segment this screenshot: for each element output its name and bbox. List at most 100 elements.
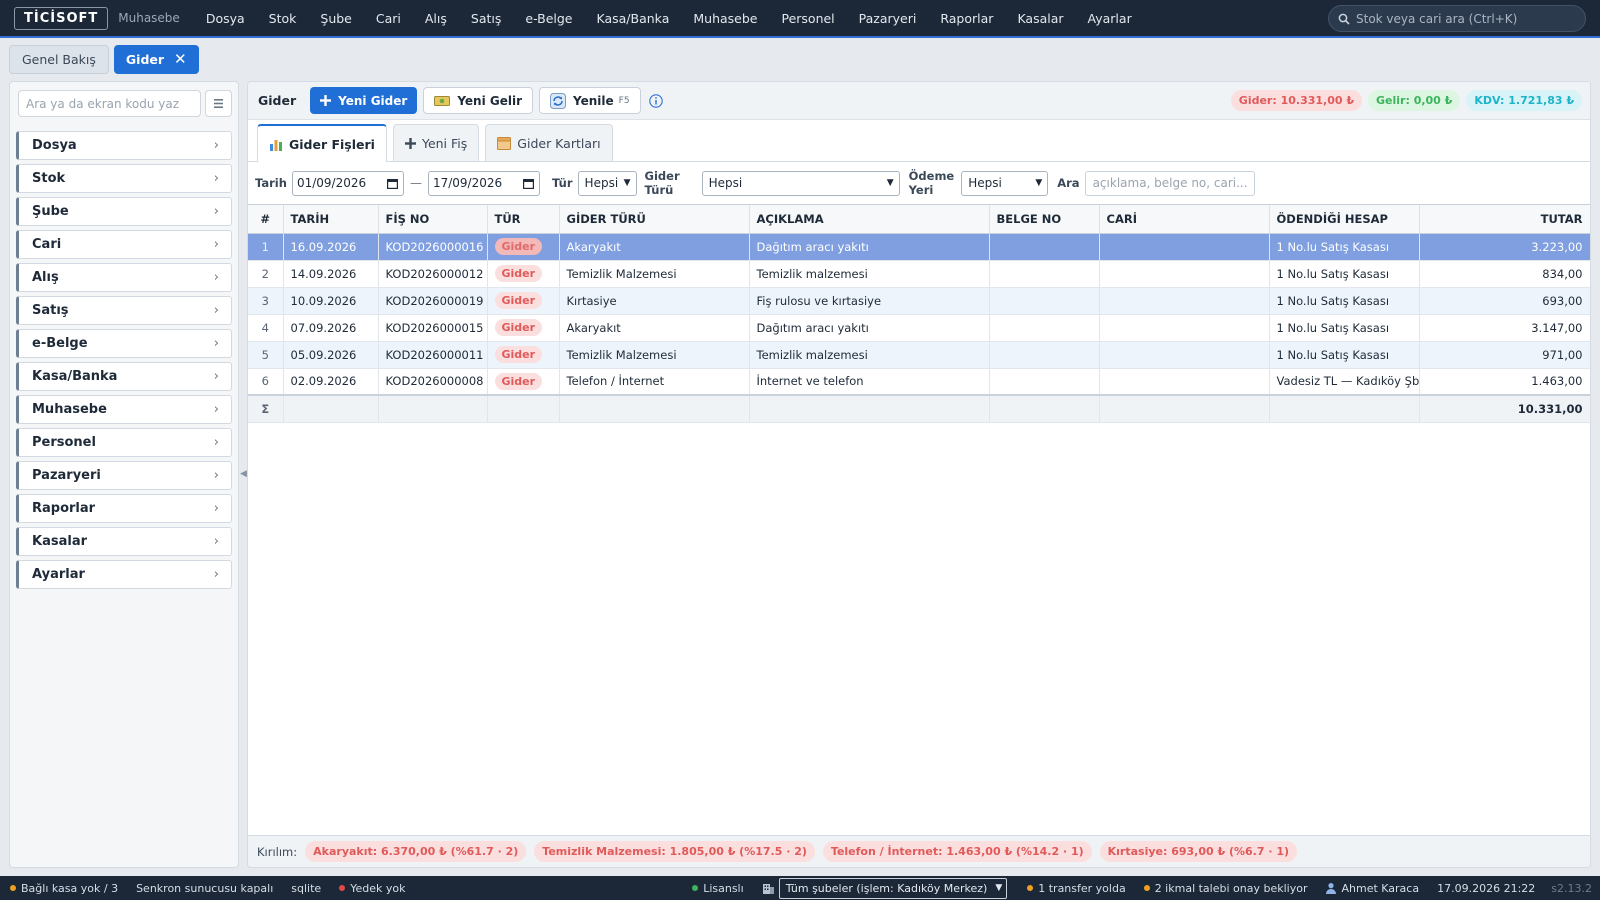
column-header[interactable]: FİŞ NO: [378, 205, 488, 234]
column-header[interactable]: BELGE NO: [989, 205, 1100, 234]
sidebar: Dosya › Stok › Şube › Cari › Alış › Satış › e-…: [9, 81, 239, 868]
tab-yeni-fis[interactable]: Yeni Fiş: [392, 124, 480, 161]
backup-status[interactable]: Yedek yok: [339, 882, 405, 895]
menu-ayarlar[interactable]: Ayarlar: [1076, 11, 1144, 26]
transfer-status[interactable]: 1 transfer yolda: [1027, 881, 1126, 895]
branch-select[interactable]: Tüm şubeler (işlem: Kadıköy Merkez) ▼: [778, 877, 1008, 899]
menu-pazaryeri[interactable]: Pazaryeri: [847, 11, 929, 26]
menu-stok[interactable]: Stok: [257, 11, 309, 26]
menu-sube[interactable]: Şube: [308, 11, 363, 26]
status-dot-icon: [692, 885, 699, 891]
sidebar-item-dosya[interactable]: Dosya ›: [16, 131, 232, 160]
calendar-icon[interactable]: [522, 178, 534, 189]
menu-kasa-banka[interactable]: Kasa/Banka: [585, 11, 682, 26]
breakdown-pill[interactable]: Akaryakıt: 6.370,00 ₺ (%61.7 · 2): [305, 841, 527, 862]
sidebar-item-label: Pazaryeri: [32, 468, 101, 483]
menu-alis[interactable]: Alış: [413, 11, 459, 26]
column-header[interactable]: #: [248, 205, 284, 234]
sidebar-item-satis[interactable]: Satış ›: [16, 296, 232, 325]
close-icon[interactable]: ✕: [174, 50, 187, 68]
cell-document-no: [989, 341, 1100, 369]
table-row[interactable]: 5 05.09.2026 KOD2026000011 Gider Temizli…: [248, 341, 1590, 369]
sidebar-item-ebelge[interactable]: e-Belge ›: [16, 329, 232, 358]
sidebar-item-kasa-banka[interactable]: Kasa/Banka ›: [16, 362, 232, 391]
column-header[interactable]: CARİ: [1099, 205, 1270, 234]
date-to-input[interactable]: 17/09/2026: [427, 170, 540, 196]
collapse-sidebar-icon[interactable]: ◀: [240, 469, 247, 479]
cash-status[interactable]: Bağlı kasa yok / 3: [10, 882, 118, 895]
sidebar-item-sube[interactable]: Şube ›: [16, 197, 232, 226]
new-expense-button[interactable]: Yeni Gider: [310, 87, 418, 114]
app-logo[interactable]: TİCİSOFT: [14, 6, 109, 30]
plus-icon: [320, 95, 332, 106]
menu-cari[interactable]: Cari: [364, 11, 413, 26]
user-status[interactable]: Ahmet Karaca: [1325, 882, 1419, 895]
new-income-button[interactable]: Yeni Gelir: [423, 87, 534, 114]
column-header[interactable]: GİDER TÜRÜ: [559, 205, 750, 234]
total-row: Σ 10.331,00: [248, 394, 1590, 423]
sidebar-item-personel[interactable]: Personel ›: [16, 428, 232, 457]
sidebar-item-muhasebe[interactable]: Muhasebe ›: [16, 395, 232, 424]
expense-type-select[interactable]: Hepsi ▼: [701, 170, 900, 196]
breakdown-pill[interactable]: Temizlik Malzemesi: 1.805,00 ₺ (%17.5 · …: [534, 841, 815, 862]
grid-menu-button[interactable]: [205, 90, 232, 117]
chevron-down-icon: ▼: [1035, 178, 1043, 188]
column-header[interactable]: TÜR: [487, 205, 560, 234]
table-row[interactable]: 6 02.09.2026 KOD2026000008 Gider Telefon…: [248, 368, 1590, 396]
menu-kasalar[interactable]: Kasalar: [1005, 11, 1075, 26]
cell-receipt-no: KOD2026000016: [378, 233, 488, 261]
menu-muhasebe[interactable]: Muhasebe: [681, 11, 769, 26]
type-select[interactable]: Hepsi ▼: [577, 170, 637, 196]
table-row[interactable]: 3 10.09.2026 KOD2026000019 Gider Kırtasi…: [248, 287, 1590, 315]
cell-date: 10.09.2026: [283, 287, 379, 315]
calendar-icon[interactable]: [386, 178, 398, 189]
menu-dosya[interactable]: Dosya: [194, 11, 257, 26]
sidebar-item-label: Kasa/Banka: [32, 369, 118, 384]
column-header[interactable]: AÇIKLAMA: [749, 205, 990, 234]
date-from-input[interactable]: 01/09/2026: [291, 170, 404, 196]
column-header[interactable]: TARİH: [283, 205, 379, 234]
refresh-button[interactable]: Yenile F5: [539, 87, 641, 114]
breakdown-pill[interactable]: Telefon / İnternet: 1.463,00 ₺ (%14.2 · …: [822, 841, 1092, 862]
breakdown-pill[interactable]: Kırtasiye: 693,00 ₺ (%6.7 · 1): [1099, 841, 1298, 862]
menu-personel[interactable]: Personel: [769, 11, 846, 26]
sidebar-item-raporlar[interactable]: Raporlar ›: [16, 494, 232, 523]
cell-account: 1 No.lu Satış Kasası: [1269, 341, 1420, 369]
filter-search-input[interactable]: [1084, 170, 1255, 196]
table-row[interactable]: 1 16.09.2026 KOD2026000016 Gider Akaryak…: [248, 233, 1590, 261]
payment-place-select[interactable]: Hepsi ▼: [961, 170, 1049, 196]
sidebar-item-stok[interactable]: Stok ›: [16, 164, 232, 193]
sync-status[interactable]: Senkron sunucusu kapalı: [136, 882, 273, 895]
sidebar-item-kasalar[interactable]: Kasalar ›: [16, 527, 232, 556]
supply-status[interactable]: 2 ikmal talebi onay bekliyor: [1143, 882, 1307, 895]
column-header[interactable]: TUTAR: [1419, 205, 1590, 234]
table-row[interactable]: 2 14.09.2026 KOD2026000012 Gider Temizli…: [248, 260, 1590, 288]
menu-raporlar[interactable]: Raporlar: [928, 11, 1005, 26]
type-badge: Gider: [494, 238, 543, 255]
tab-gider[interactable]: Gider ✕: [113, 44, 199, 74]
cell-amount: 3.147,00: [1419, 314, 1590, 342]
column-header[interactable]: ÖDENDİĞİ HESAP: [1269, 205, 1420, 234]
sidebar-item-alis[interactable]: Alış ›: [16, 263, 232, 292]
menu-satis[interactable]: Satış: [459, 11, 513, 26]
global-search-input[interactable]: [1356, 11, 1576, 26]
sidebar-item-ayarlar[interactable]: Ayarlar ›: [16, 560, 232, 589]
tab-gider-fisleri[interactable]: Gider Fişleri: [257, 124, 387, 162]
menu-ebelge[interactable]: e-Belge: [513, 11, 584, 26]
global-search[interactable]: [1328, 5, 1586, 32]
info-icon[interactable]: [648, 93, 663, 108]
cell-cari: [1099, 260, 1270, 288]
tab-genel-bakis[interactable]: Genel Bakış: [9, 44, 109, 74]
cell-cari: [1099, 341, 1270, 369]
chevron-right-icon: ›: [213, 369, 219, 384]
transfer-status-text: 1 transfer yolda: [1038, 881, 1126, 895]
total-amount: 10.331,00: [1419, 394, 1590, 423]
table-row[interactable]: 4 07.09.2026 KOD2026000015 Gider Akaryak…: [248, 314, 1590, 342]
sidebar-item-pazaryeri[interactable]: Pazaryeri ›: [16, 461, 232, 490]
sidebar-item-cari[interactable]: Cari ›: [16, 230, 232, 259]
cell-amount: 971,00: [1419, 341, 1590, 369]
payment-place-label: Ödeme Yeri: [909, 169, 955, 197]
sidebar-search-input[interactable]: [18, 90, 201, 117]
chevron-right-icon: ›: [213, 237, 219, 252]
tab-gider-kartlari[interactable]: Gider Kartları: [485, 124, 613, 161]
